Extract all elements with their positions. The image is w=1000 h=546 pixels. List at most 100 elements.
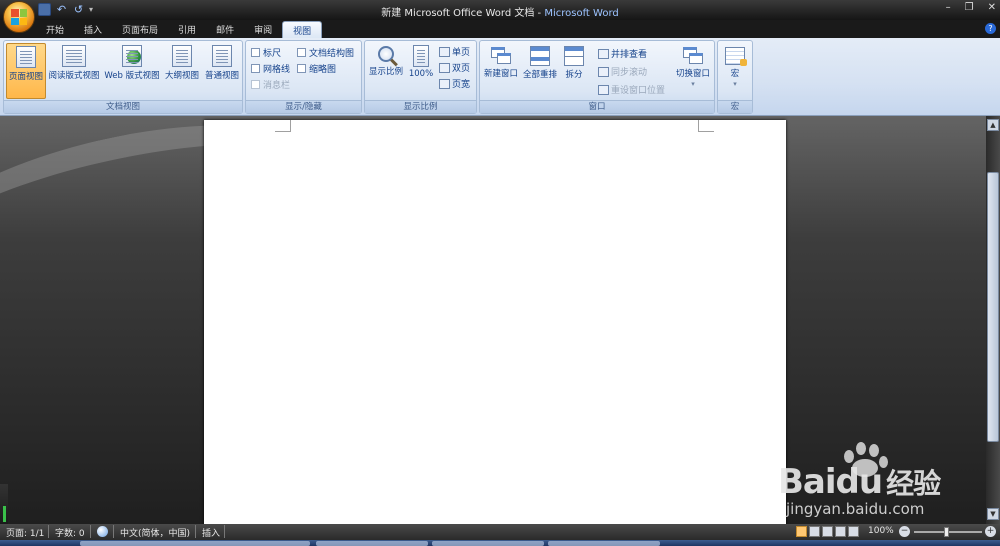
tab-review[interactable]: 审阅 [244,21,282,38]
document-page[interactable] [204,120,786,524]
zoom-100-button[interactable]: 100% [406,43,436,99]
taskbar-button[interactable] [432,541,544,546]
draft-button[interactable]: 普通视图 [202,43,242,99]
reset-window-position-button: 重设窗口位置 [598,83,665,96]
full-screen-reading-label: 阅读版式视图 [48,71,100,81]
vertical-scrollbar[interactable]: ▲ ▼ [986,116,1000,524]
zoom-label: 显示比例 [368,67,403,77]
side-by-side-icon [598,48,609,59]
web-view-icon[interactable] [822,526,833,537]
taskbar-button[interactable] [548,541,660,546]
draft-icon [212,45,232,67]
ruler-checkbox[interactable]: 标尺 [251,46,281,59]
baidu-jingyan-watermark: Baidu 经验 jingyan.baidu.com [778,440,988,520]
zoom-in-button[interactable]: + [985,526,996,537]
draft-label: 普通视图 [204,71,239,81]
watermark-site: jingyan.baidu.com [786,500,925,518]
outline-button[interactable]: 大纲视图 [163,43,201,99]
page-width-label: 页宽 [452,80,471,90]
outline-view-icon[interactable] [835,526,846,537]
ribbon-tabs: 开始 插入 页面布局 引用 邮件 审阅 视图 ? [0,20,1000,38]
macros-icon [725,47,747,66]
one-page-icon [439,46,450,57]
page-width-icon [439,78,450,89]
message-bar-checkbox: 消息栏 [251,78,290,91]
one-page-label: 单页 [452,48,471,58]
two-pages-button[interactable]: 双页 [439,61,470,74]
outline-icon [172,45,192,67]
tab-mailings[interactable]: 邮件 [206,21,244,38]
help-icon[interactable]: ? [985,23,996,34]
document-title: 新建 Microsoft Office Word 文档 [381,8,535,19]
status-insert-mode[interactable]: 插入 [202,526,220,539]
close-button[interactable]: ✕ [988,2,996,13]
print-layout-label: 页面视图 [8,72,43,82]
reading-layout-icon [62,45,86,67]
one-page-button[interactable]: 单页 [439,45,470,58]
sync-scroll-icon [598,66,609,77]
switch-windows-icon [683,47,703,65]
tab-references[interactable]: 引用 [168,21,206,38]
side-by-side-label: 并排查看 [611,50,648,60]
scroll-down-button[interactable]: ▼ [987,508,999,520]
reading-view-icon[interactable] [809,526,820,537]
arrange-all-button[interactable]: 全部重排 [521,43,559,99]
gridlines-label: 网格线 [263,65,291,75]
group-show-hide: 标尺 网格线 消息栏 文档结构图 缩略图 显示/隐藏 [245,40,362,114]
zoom-slider-thumb[interactable] [944,527,949,537]
office-button[interactable] [3,1,35,33]
scroll-up-button[interactable]: ▲ [987,119,999,131]
margin-corner-top-left [275,120,291,132]
status-word-count[interactable]: 字数: 0 [55,526,85,539]
tab-insert[interactable]: 插入 [74,21,112,38]
zoom-out-button[interactable]: − [899,526,910,537]
thumbnails-label: 缩略图 [309,65,337,75]
taskbar [0,540,1000,546]
zoom-100-label: 100% [408,69,434,79]
document-map-checkbox[interactable]: 文档结构图 [297,46,354,59]
chevron-down-icon: ▾ [691,80,695,88]
group-label-show-hide: 显示/隐藏 [246,100,361,113]
gridlines-checkbox[interactable]: 网格线 [251,62,290,75]
taskbar-button[interactable] [80,541,310,546]
print-layout-button[interactable]: 页面视图 [6,43,46,99]
title-separator: - [534,8,545,19]
restore-button[interactable]: ❐ [965,2,974,13]
synchronous-scrolling-button: 同步滚动 [598,65,647,78]
group-document-views: 页面视图 阅读版式视图 Web 版式视图 大纲视图 普通视图 文档视图 [3,40,243,114]
status-language[interactable]: 中文(简体，中国) [120,526,190,539]
group-window: 新建窗口 全部重排 拆分 并排查看 同步滚动 重设窗口位置 切换窗口 ▾ 窗口 [479,40,715,114]
macros-button[interactable]: 宏 ▾ [720,43,750,99]
thumbnails-checkbox[interactable]: 缩略图 [297,62,336,75]
tab-page-layout[interactable]: 页面布局 [112,21,168,38]
full-screen-reading-button[interactable]: 阅读版式视图 [47,43,101,99]
page-width-button[interactable]: 页宽 [439,77,470,90]
split-button[interactable]: 拆分 [560,43,588,99]
view-side-by-side-button[interactable]: 并排查看 [598,47,647,60]
two-pages-label: 双页 [452,64,471,74]
zoom-button[interactable]: 显示比例 [367,43,405,99]
draft-view-icon[interactable] [848,526,859,537]
proofing-icon[interactable] [97,526,108,537]
group-label-zoom: 显示比例 [365,100,476,113]
taskbar-button[interactable] [316,541,428,546]
scroll-thumb[interactable] [987,172,999,442]
zoom-100-icon [413,45,429,67]
web-layout-button[interactable]: Web 版式视图 [102,43,162,99]
office-logo-icon [11,9,27,25]
arrange-all-label: 全部重排 [522,70,557,80]
print-layout-view-icon[interactable] [796,526,807,537]
document-map-check-icon [297,48,306,57]
group-macros: 宏 ▾ 宏 [717,40,753,114]
zoom-level[interactable]: 100% [868,526,894,536]
new-window-label: 新建窗口 [483,69,518,79]
status-page-number[interactable]: 页面: 1/1 [6,526,44,539]
switch-windows-button[interactable]: 切换窗口 ▾ [673,43,713,99]
left-indicator [0,484,8,524]
new-window-button[interactable]: 新建窗口 [482,43,520,99]
tab-view[interactable]: 视图 [282,21,323,38]
window-title: 新建 Microsoft Office Word 文档 - Microsoft … [0,4,1000,19]
minimize-button[interactable]: – [946,2,951,13]
tab-home[interactable]: 开始 [36,21,74,38]
split-label: 拆分 [565,70,583,80]
